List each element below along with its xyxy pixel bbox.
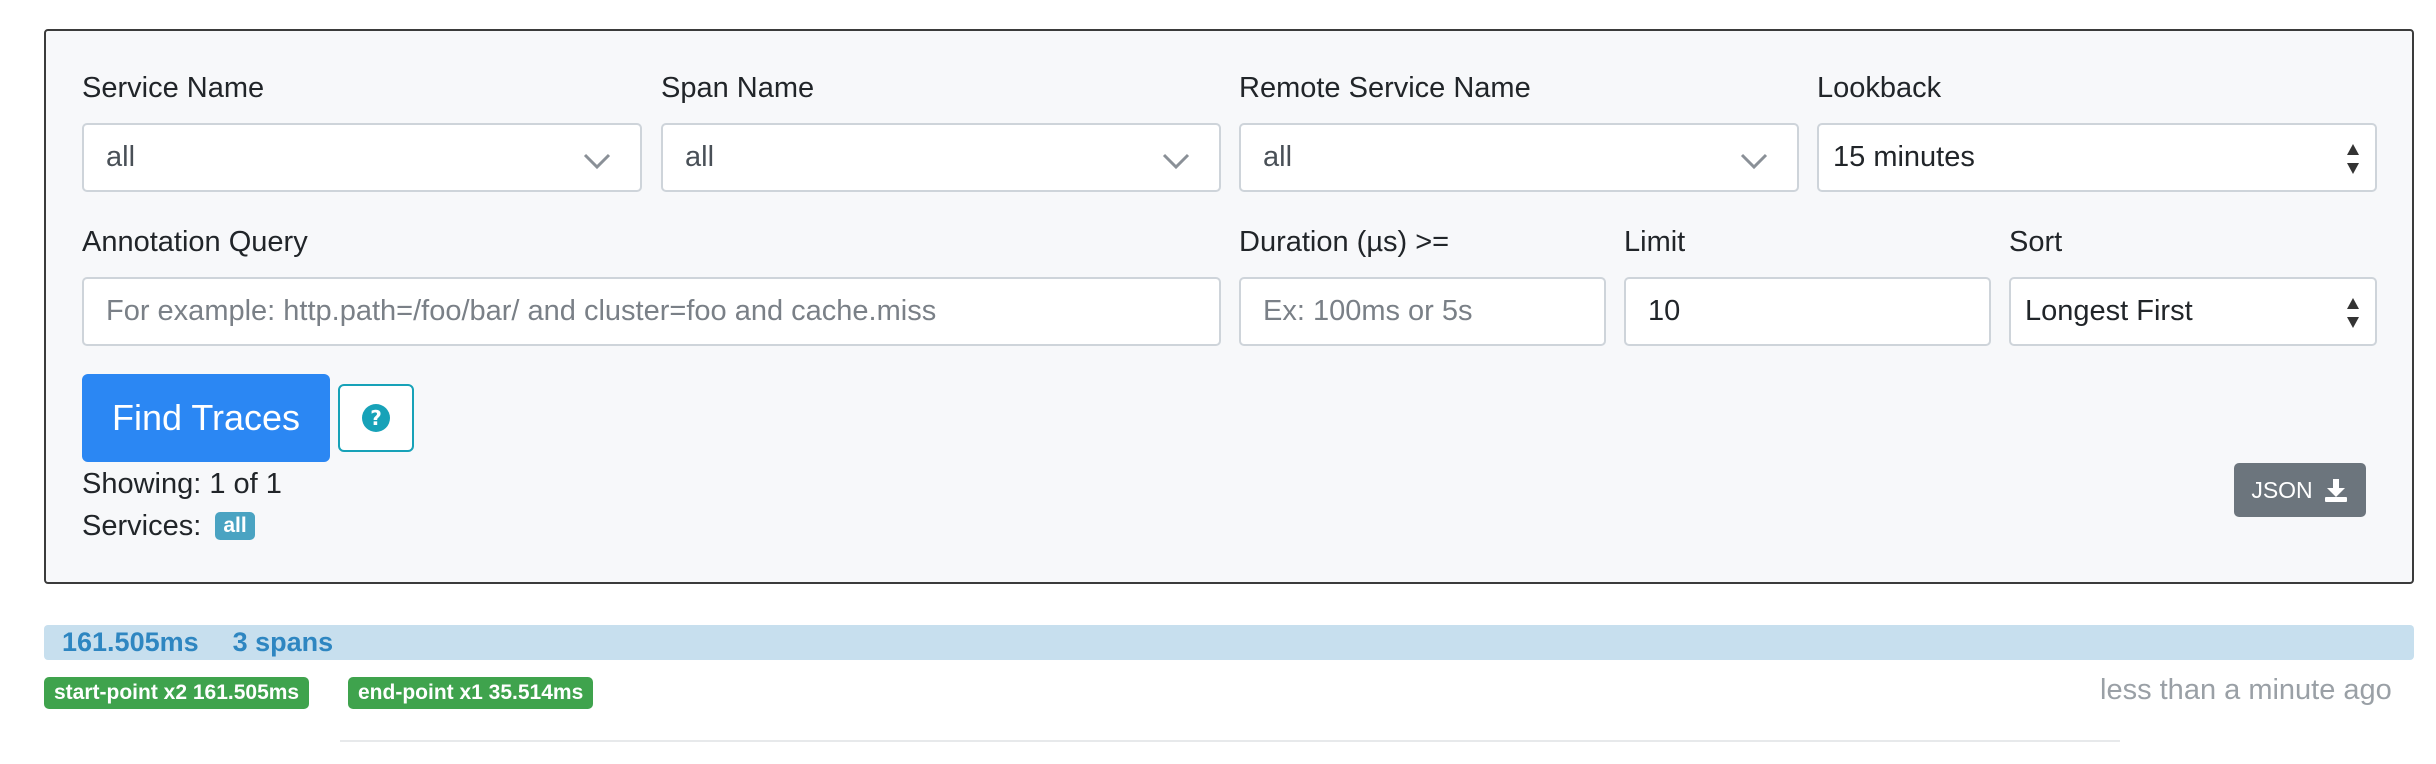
json-button-label: JSON: [2251, 476, 2313, 503]
service-badge-all[interactable]: all: [215, 512, 255, 540]
question-circle-icon: ?: [362, 404, 390, 432]
service-badge-end-point: end-point x1 35.514ms: [348, 677, 594, 709]
service-name-value: all: [106, 141, 136, 173]
duration-label: Duration (µs) >=: [1239, 226, 1450, 258]
sort-select[interactable]: Longest First: [2009, 277, 2377, 346]
duration-placeholder: Ex: 100ms or 5s: [1263, 295, 1473, 327]
select-arrows-icon: [2347, 298, 2359, 328]
span-name-value: all: [685, 141, 715, 173]
divider: [340, 740, 2120, 742]
remote-service-name-label: Remote Service Name: [1239, 72, 1531, 104]
annotation-query-placeholder: For example: http.path=/foo/bar/ and clu…: [106, 295, 937, 327]
svg-text:?: ?: [370, 406, 382, 430]
help-button[interactable]: ?: [338, 384, 414, 452]
service-name-select[interactable]: all: [82, 123, 642, 192]
lookback-label: Lookback: [1817, 72, 1942, 104]
remote-service-name-select[interactable]: all: [1239, 123, 1799, 192]
services-label: Services:: [82, 510, 202, 542]
sort-value: Longest First: [2025, 295, 2193, 327]
limit-value: 10: [1648, 295, 1681, 327]
lookback-value: 15 minutes: [1833, 141, 1975, 173]
service-badge-start-point: start-point x2 161.505ms: [44, 677, 310, 709]
span-name-label: Span Name: [661, 72, 815, 104]
lookback-select[interactable]: 15 minutes: [1817, 123, 2377, 192]
remote-service-name-value: all: [1263, 141, 1293, 173]
chevron-down-icon: [583, 153, 611, 170]
sort-label: Sort: [2009, 226, 2063, 258]
trace-timestamp: less than a minute ago: [2100, 674, 2392, 706]
find-traces-button[interactable]: Find Traces: [82, 374, 330, 462]
span-name-select[interactable]: all: [661, 123, 1221, 192]
trace-span-count: 3 spans: [232, 627, 334, 657]
annotation-query-input[interactable]: For example: http.path=/foo/bar/ and clu…: [82, 277, 1221, 346]
chevron-down-icon: [1162, 153, 1190, 170]
annotation-query-label: Annotation Query: [82, 226, 308, 258]
download-icon: [2324, 479, 2347, 502]
json-download-button[interactable]: JSON: [2234, 463, 2366, 517]
trace-summary-bar[interactable]: 161.505ms 3 spans: [44, 625, 2414, 660]
service-name-label: Service Name: [82, 72, 265, 104]
chevron-down-icon: [1740, 153, 1768, 170]
duration-input[interactable]: Ex: 100ms or 5s: [1239, 277, 1606, 346]
services-summary: Services: all: [82, 510, 255, 543]
showing-count: Showing: 1 of 1: [82, 468, 282, 500]
select-arrows-icon: [2347, 144, 2359, 174]
trace-duration: 161.505ms: [62, 627, 199, 657]
limit-input[interactable]: 10: [1624, 277, 1991, 346]
limit-label: Limit: [1624, 226, 1686, 258]
